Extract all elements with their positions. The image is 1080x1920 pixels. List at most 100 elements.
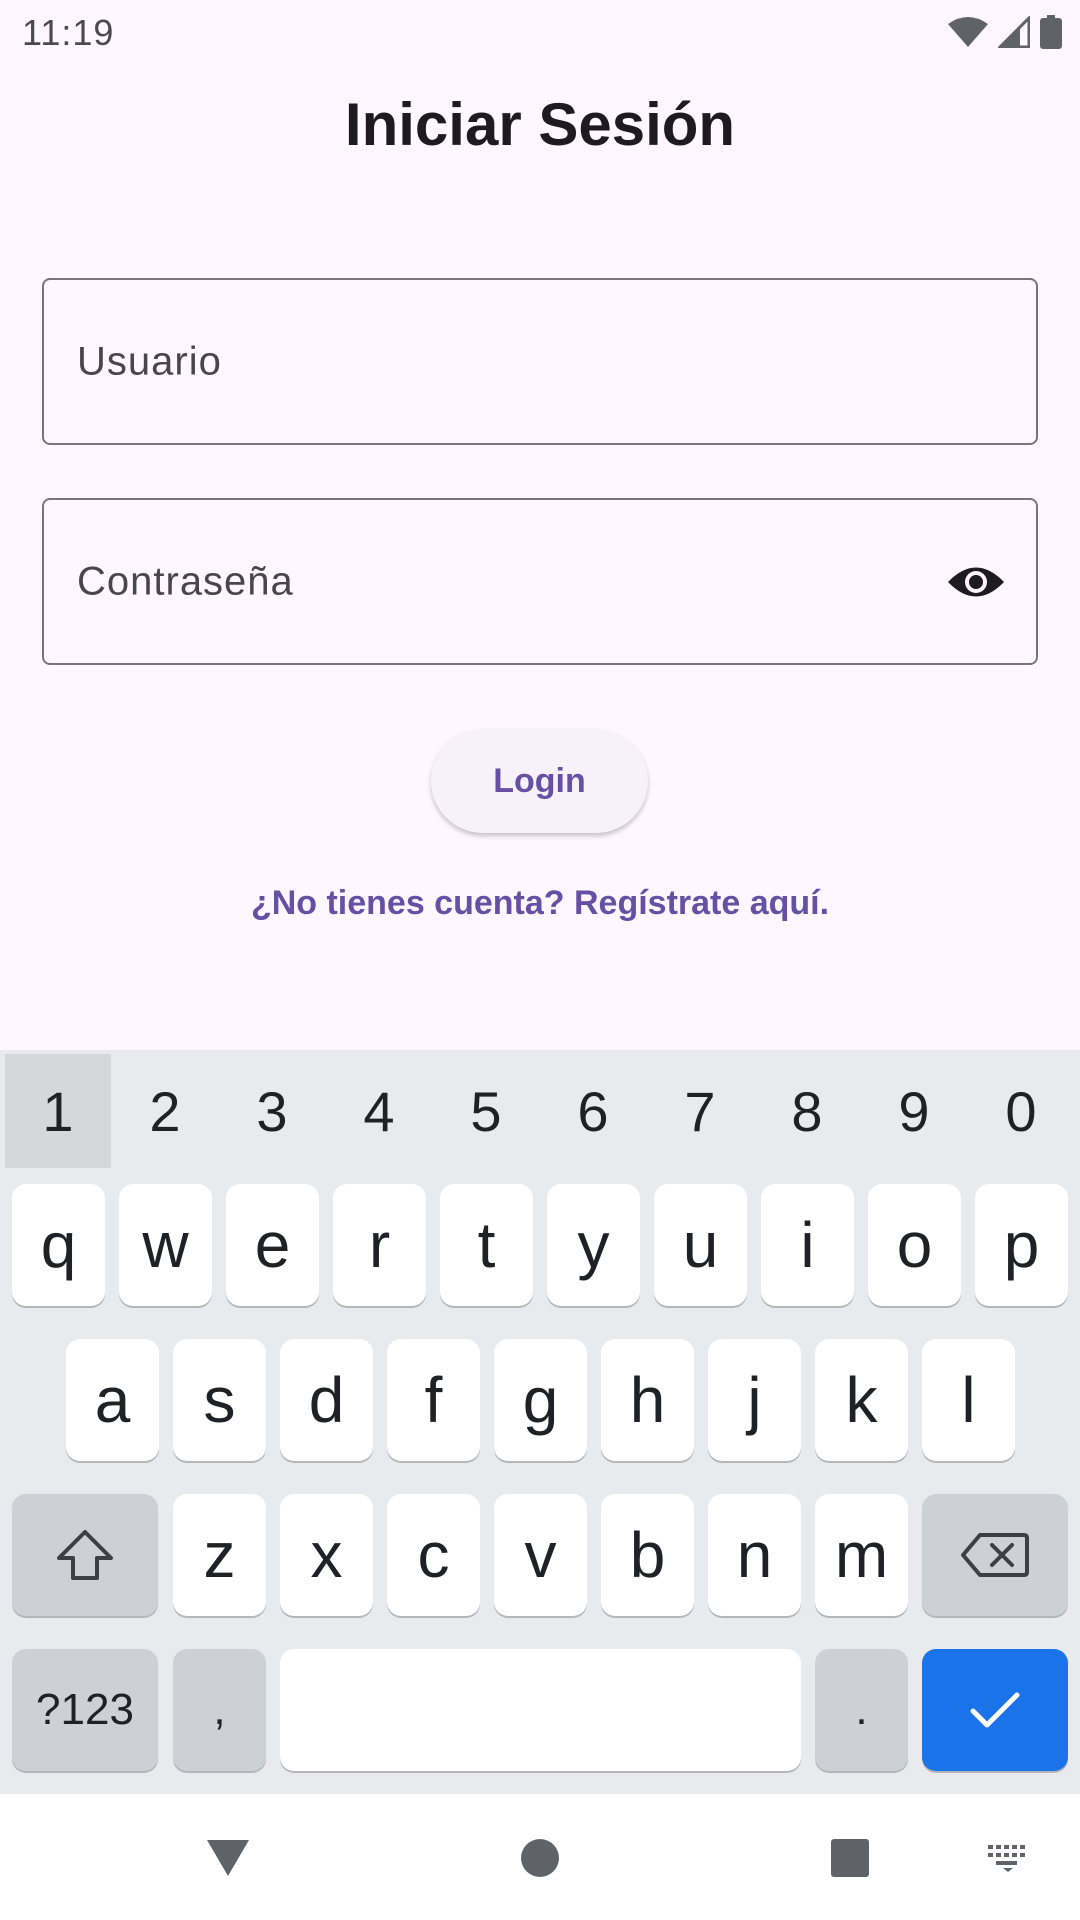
register-link[interactable]: ¿No tienes cuenta? Regístrate aquí.	[0, 884, 1080, 923]
key-y-label: y	[577, 1209, 610, 1281]
key-n[interactable]: n	[708, 1494, 801, 1616]
key-x-label: x	[310, 1519, 343, 1591]
comma-key[interactable]: ,	[173, 1649, 266, 1771]
key-x[interactable]: x	[280, 1494, 373, 1616]
username-field[interactable]: Usuario	[42, 278, 1038, 445]
key-y[interactable]: y	[547, 1184, 640, 1306]
key-e-label: e	[254, 1209, 291, 1281]
password-placeholder: Contraseña	[77, 559, 294, 603]
key-m[interactable]: m	[815, 1494, 908, 1616]
key-g[interactable]: g	[494, 1339, 587, 1461]
key-t[interactable]: t	[440, 1184, 533, 1306]
key-h-label: h	[629, 1364, 666, 1436]
key-c-label: c	[417, 1519, 450, 1591]
key-j-label: j	[747, 1364, 762, 1436]
key-q-label: q	[40, 1209, 77, 1281]
key-3[interactable]: 3	[219, 1054, 325, 1168]
key-k[interactable]: k	[815, 1339, 908, 1461]
period-key[interactable]: .	[815, 1649, 908, 1771]
key-z[interactable]: z	[173, 1494, 266, 1616]
key-8[interactable]: 8	[754, 1054, 860, 1168]
key-s-label: s	[203, 1364, 236, 1436]
key-q[interactable]: q	[12, 1184, 105, 1306]
keyboard-icon	[988, 1845, 1025, 1872]
key-p[interactable]: p	[975, 1184, 1068, 1306]
key-r[interactable]: r	[333, 1184, 426, 1306]
key-t-label: t	[477, 1209, 496, 1281]
status-time: 11:19	[22, 12, 115, 53]
checkmark-icon	[970, 1692, 1020, 1728]
symbols-key[interactable]: ?123	[12, 1649, 158, 1771]
key-c[interactable]: c	[387, 1494, 480, 1616]
key-e[interactable]: e	[226, 1184, 319, 1306]
key-a[interactable]: a	[66, 1339, 159, 1461]
backspace-key[interactable]	[922, 1494, 1068, 1616]
key-w[interactable]: w	[119, 1184, 212, 1306]
key-m-label: m	[834, 1519, 889, 1591]
key-u-label: u	[682, 1209, 719, 1281]
key-f-label: f	[424, 1364, 443, 1436]
key-l-label: l	[961, 1364, 976, 1436]
key-w-label: w	[142, 1209, 189, 1281]
keyboard-switch-button[interactable]	[978, 1828, 1038, 1888]
recents-square-icon	[831, 1839, 869, 1877]
key-u[interactable]: u	[654, 1184, 747, 1306]
key-n-label: n	[736, 1519, 773, 1591]
key-d-label: d	[308, 1364, 345, 1436]
navigation-bar	[0, 1794, 1080, 1920]
key-0[interactable]: 0	[968, 1054, 1074, 1168]
page-title: Iniciar Sesión	[344, 91, 736, 158]
key-h[interactable]: h	[601, 1339, 694, 1461]
key-i[interactable]: i	[761, 1184, 854, 1306]
symbols-key-label: ?123	[36, 1685, 134, 1734]
key-v-label: v	[524, 1519, 557, 1591]
key-2[interactable]: 2	[112, 1054, 218, 1168]
key-a-label: a	[94, 1364, 131, 1436]
key-1[interactable]: 1	[5, 1054, 111, 1168]
key-s[interactable]: s	[173, 1339, 266, 1461]
key-f[interactable]: f	[387, 1339, 480, 1461]
eye-icon[interactable]	[946, 561, 1006, 603]
key-i-label: i	[800, 1209, 815, 1281]
key-k-label: k	[845, 1364, 878, 1436]
key-o-label: o	[896, 1209, 933, 1281]
cellular-signal-icon	[998, 16, 1030, 48]
login-button[interactable]: Login	[431, 729, 648, 833]
key-5[interactable]: 5	[433, 1054, 539, 1168]
key-l[interactable]: l	[922, 1339, 1015, 1461]
home-circle-icon	[521, 1839, 559, 1877]
period-key-label: .	[855, 1685, 868, 1734]
enter-key[interactable]	[922, 1649, 1068, 1771]
space-key[interactable]	[280, 1649, 801, 1771]
soft-keyboard: 1 2 3 4 5 6 7 8 9 0 q w e r t y u i o p …	[0, 1050, 1080, 1794]
back-button[interactable]	[198, 1828, 258, 1888]
keyboard-number-row: 1 2 3 4 5 6 7 8 9 0	[0, 1050, 1080, 1168]
key-7[interactable]: 7	[647, 1054, 753, 1168]
back-triangle-icon	[207, 1840, 249, 1876]
shift-icon	[57, 1530, 113, 1580]
shift-key[interactable]	[12, 1494, 158, 1616]
key-p-label: p	[1003, 1209, 1040, 1281]
key-b-label: b	[629, 1519, 666, 1591]
backspace-icon	[961, 1533, 1029, 1577]
key-z-label: z	[203, 1519, 236, 1591]
login-screen: 11:19 Iniciar Sesión Usuario Contraseña	[0, 0, 1080, 1920]
status-icons	[948, 12, 1062, 52]
key-b[interactable]: b	[601, 1494, 694, 1616]
password-field[interactable]: Contraseña	[42, 498, 1038, 665]
key-r-label: r	[368, 1209, 391, 1281]
comma-key-label: ,	[213, 1685, 226, 1734]
key-4[interactable]: 4	[326, 1054, 432, 1168]
key-d[interactable]: d	[280, 1339, 373, 1461]
key-g-label: g	[522, 1364, 559, 1436]
key-j[interactable]: j	[708, 1339, 801, 1461]
key-o[interactable]: o	[868, 1184, 961, 1306]
username-placeholder: Usuario	[77, 339, 222, 383]
battery-icon	[1040, 15, 1062, 49]
home-button[interactable]	[510, 1828, 570, 1888]
wifi-icon	[948, 17, 988, 47]
key-6[interactable]: 6	[540, 1054, 646, 1168]
recents-button[interactable]	[820, 1828, 880, 1888]
key-9[interactable]: 9	[861, 1054, 967, 1168]
key-v[interactable]: v	[494, 1494, 587, 1616]
